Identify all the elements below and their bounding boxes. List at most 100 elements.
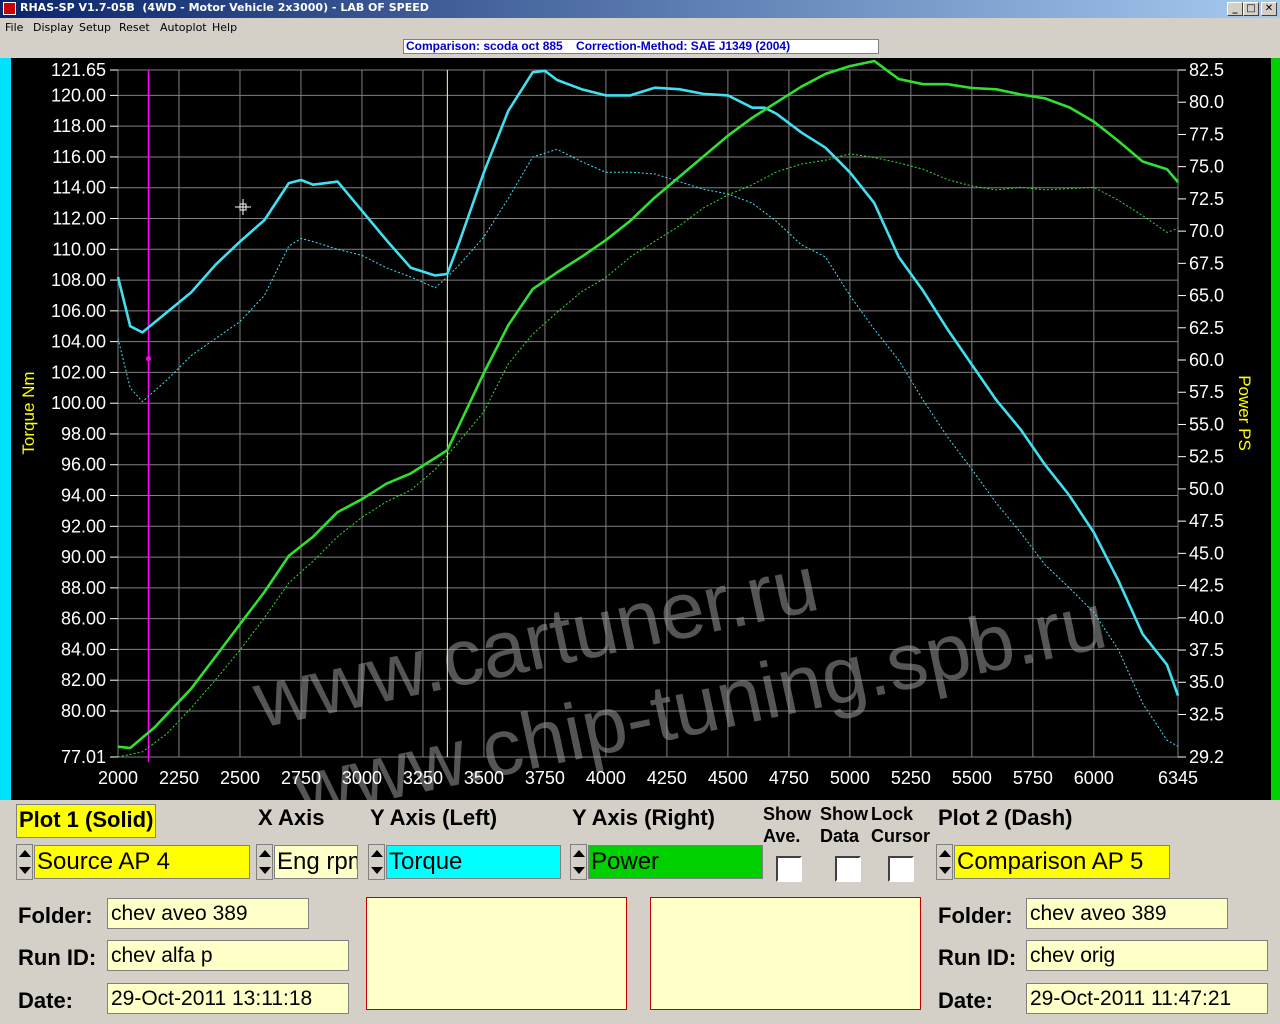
plot1-runid-label: Run ID: (18, 945, 97, 970)
down-arrow-icon[interactable] (939, 867, 951, 874)
y-left-select[interactable]: Torque (386, 845, 561, 879)
x-tick-label: 3000 (342, 768, 382, 788)
y-right-tick-label: 72.5 (1189, 189, 1224, 209)
y-right-tick-label: 45.0 (1189, 543, 1224, 563)
plot1-source-select[interactable]: Source AP 4 (34, 845, 250, 879)
up-arrow-icon[interactable] (939, 850, 951, 857)
y-left-tick-label: 100.00 (51, 393, 106, 413)
plot1-date-label: Date: (18, 988, 74, 1013)
x-tick-label: 3500 (464, 768, 504, 788)
y-right-tick-label: 37.5 (1189, 640, 1224, 660)
plot1-folder-field[interactable]: chev aveo 389 (107, 898, 309, 929)
plot2-spinner[interactable] (936, 844, 953, 880)
x-tick-label: 3250 (403, 768, 443, 788)
y-right-tick-label: 47.5 (1189, 511, 1224, 531)
x-tick-label: 3750 (525, 768, 565, 788)
down-arrow-icon[interactable] (19, 867, 31, 874)
y-left-tick-label: 114.00 (52, 178, 106, 198)
down-arrow-icon[interactable] (259, 867, 271, 874)
menu-reset[interactable]: Reset (119, 21, 150, 34)
x-axis-header: X Axis (258, 805, 325, 830)
plot2-runid-label: Run ID: (938, 945, 1017, 970)
x-tick-label: 5250 (891, 768, 931, 788)
y-right-spinner[interactable] (570, 844, 587, 880)
y-left-tick-label: 92.00 (61, 516, 106, 536)
menu-bar: File Display Setup Reset Autoplot Help (0, 18, 1280, 38)
plot2-header: Plot 2 (Dash) (938, 805, 1073, 830)
show-data-label: Show Data (820, 804, 868, 846)
y-right-tick-label: 60.0 (1189, 350, 1224, 370)
y-left-tick-label: 116.00 (52, 147, 106, 167)
notes-panel-1[interactable] (366, 897, 627, 1010)
x-tick-label: 4250 (647, 768, 687, 788)
y-right-tick-label: 70.0 (1189, 221, 1224, 241)
x-tick-label: 6000 (1074, 768, 1114, 788)
plot1-date-field[interactable]: 29-Oct-2011 13:11:18 (107, 983, 349, 1014)
x-tick-label: 4750 (769, 768, 809, 788)
up-arrow-icon[interactable] (19, 850, 31, 857)
x-axis-select[interactable]: Eng rpm (274, 845, 358, 879)
close-button[interactable]: ✕ (1261, 2, 1277, 16)
y-left-tick-label: 108.00 (51, 270, 106, 290)
maximize-button[interactable]: □ (1243, 2, 1259, 16)
lock-cursor-checkbox[interactable] (888, 856, 914, 882)
up-arrow-icon[interactable] (259, 850, 271, 857)
y-right-tick-label: 42.5 (1189, 576, 1224, 596)
y-axis-right-header: Y Axis (Right) (572, 805, 716, 830)
menu-file[interactable]: File (5, 21, 23, 34)
y-left-spinner[interactable] (368, 844, 385, 880)
y-left-tick-label: 110.00 (52, 239, 106, 259)
down-arrow-icon[interactable] (573, 867, 585, 874)
x-tick-label: 2500 (220, 768, 260, 788)
x-tick-label: 5000 (830, 768, 870, 788)
up-arrow-icon[interactable] (371, 850, 383, 857)
y-left-tick-label: 90.00 (61, 547, 106, 567)
y-left-tick-label: 118.00 (52, 116, 106, 136)
y-left-tick-label: 88.00 (61, 578, 106, 598)
plot2-date-field[interactable]: 29-Oct-2011 11:47:21 (1026, 983, 1268, 1014)
plot1-spinner[interactable] (16, 844, 33, 880)
y-right-tick-label: 75.0 (1189, 157, 1224, 177)
y-right-select[interactable]: Power (588, 845, 763, 879)
y-left-tick-label: 82.00 (61, 670, 106, 690)
y-axis-left-label: Torque Nm (19, 371, 38, 454)
y-left-tick-label: 84.00 (61, 639, 106, 659)
menu-help[interactable]: Help (212, 21, 237, 34)
y-right-tick-label: 29.2 (1189, 747, 1224, 767)
menu-display[interactable]: Display (33, 21, 74, 34)
y-left-tick-label: 96.00 (61, 455, 106, 475)
y-right-tick-label: 40.0 (1189, 608, 1224, 628)
y-right-tick-label: 80.0 (1189, 92, 1224, 112)
x-tick-label: 2000 (98, 768, 138, 788)
dyno-chart[interactable]: www.cartuner.ru www.chip-tuning.spb.ru 2… (11, 58, 1271, 800)
show-data-checkbox[interactable] (835, 856, 861, 882)
x-tick-label: 6345 (1158, 768, 1198, 788)
plot2-folder-label: Folder: (938, 903, 1013, 928)
cursor-marker (145, 356, 151, 362)
y-right-tick-label: 55.0 (1189, 414, 1224, 434)
show-ave-checkbox[interactable] (776, 856, 802, 882)
x-tick-label: 4500 (708, 768, 748, 788)
x-tick-label: 2250 (159, 768, 199, 788)
y-right-tick-label: 35.0 (1189, 672, 1224, 692)
title-bar: RHAS-SP V1.7-05B (4WD - Motor Vehicle 2x… (0, 0, 1280, 18)
x-axis-spinner[interactable] (256, 844, 273, 880)
plot1-runid-field[interactable]: chev alfa p (107, 940, 349, 971)
menu-setup[interactable]: Setup (79, 21, 111, 34)
info-header: Comparison: scoda oct 885 Correction-Met… (0, 38, 1280, 58)
lock-cursor-label: Lock Cursor (871, 804, 931, 846)
comparison-info: Comparison: scoda oct 885 Correction-Met… (403, 39, 879, 54)
minimize-button[interactable]: _ (1227, 2, 1243, 16)
plot2-source-select[interactable]: Comparison AP 5 (954, 845, 1170, 879)
x-tick-label: 2750 (281, 768, 321, 788)
menu-autoplot[interactable]: Autoplot (160, 21, 207, 34)
notes-panel-2[interactable] (650, 897, 921, 1010)
window-title: RHAS-SP V1.7-05B (4WD - Motor Vehicle 2x… (20, 1, 429, 14)
up-arrow-icon[interactable] (573, 850, 585, 857)
plot2-folder-field[interactable]: chev aveo 389 (1026, 898, 1228, 929)
down-arrow-icon[interactable] (371, 867, 383, 874)
plot2-runid-field[interactable]: chev orig (1026, 940, 1268, 971)
y-right-tick-label: 52.5 (1189, 447, 1224, 467)
plot2-date-label: Date: (938, 988, 994, 1013)
x-tick-label: 4000 (586, 768, 626, 788)
